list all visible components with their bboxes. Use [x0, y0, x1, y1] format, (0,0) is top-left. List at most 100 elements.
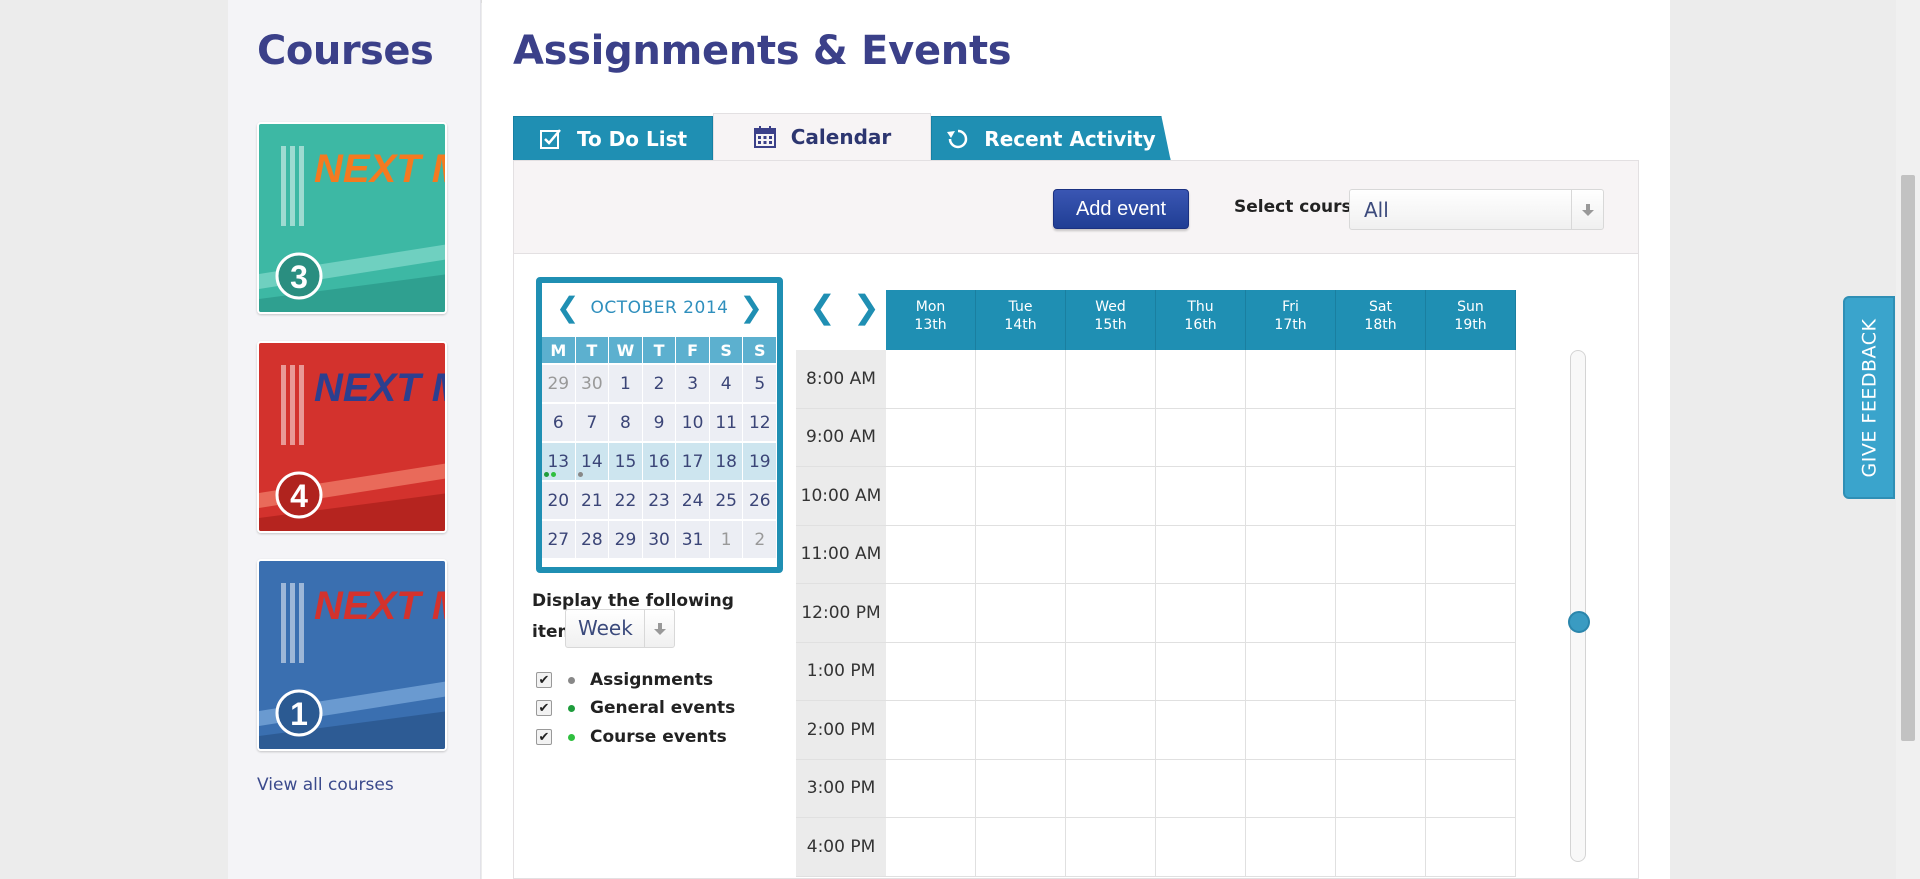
course-card-next-move-1[interactable]: NEXT MOVE 1 — [257, 559, 447, 751]
time-slot[interactable] — [976, 525, 1066, 584]
time-slot[interactable] — [976, 818, 1066, 877]
tab-recent-activity[interactable]: Recent Activity — [931, 116, 1171, 162]
time-slot[interactable] — [1426, 818, 1516, 877]
time-slot[interactable] — [1066, 525, 1156, 584]
calendar-day[interactable]: 20 — [542, 482, 576, 521]
time-slot[interactable] — [1156, 642, 1246, 701]
calendar-day[interactable]: 14 — [575, 443, 610, 482]
calendar-day[interactable]: 11 — [709, 404, 744, 443]
calendar-day[interactable]: 31 — [676, 521, 710, 560]
time-slot[interactable] — [1336, 350, 1426, 409]
time-slot[interactable] — [1066, 408, 1156, 467]
calendar-day[interactable]: 7 — [575, 404, 610, 443]
course-card-next-move-4[interactable]: NEXT MOVE 4 — [257, 341, 447, 533]
time-slot[interactable] — [886, 408, 976, 467]
time-slot[interactable] — [976, 584, 1066, 643]
calendar-day[interactable]: 28 — [575, 521, 610, 560]
time-slot[interactable] — [886, 818, 976, 877]
chevron-right-icon[interactable]: ❯ — [740, 291, 763, 324]
time-slot[interactable] — [1246, 467, 1336, 526]
time-slot[interactable] — [1426, 408, 1516, 467]
calendar-day[interactable]: 13 — [542, 443, 576, 482]
time-slot[interactable] — [1066, 584, 1156, 643]
time-slot[interactable] — [1246, 525, 1336, 584]
calendar-day[interactable]: 25 — [709, 482, 744, 521]
time-slot[interactable] — [1156, 467, 1246, 526]
calendar-day[interactable]: 12 — [743, 404, 778, 443]
time-slot[interactable] — [976, 642, 1066, 701]
time-slot[interactable] — [1426, 467, 1516, 526]
page-scrollbar-thumb[interactable] — [1901, 175, 1915, 741]
time-slot[interactable] — [1336, 701, 1426, 760]
calendar-day[interactable]: 29 — [542, 365, 576, 404]
time-slot[interactable] — [1336, 584, 1426, 643]
time-slot[interactable] — [1336, 642, 1426, 701]
time-slot[interactable] — [1246, 350, 1336, 409]
time-slot[interactable] — [1426, 525, 1516, 584]
time-slot[interactable] — [976, 701, 1066, 760]
give-feedback-button[interactable]: GIVE FEEDBACK — [1843, 296, 1895, 499]
time-slot[interactable] — [886, 642, 976, 701]
calendar-day[interactable]: 15 — [609, 443, 643, 482]
time-slot[interactable] — [1336, 818, 1426, 877]
course-select[interactable]: All — [1349, 189, 1604, 230]
chevron-left-icon[interactable]: ❮ — [556, 291, 579, 324]
calendar-day[interactable]: 24 — [676, 482, 710, 521]
time-slot[interactable] — [1066, 759, 1156, 818]
time-slot[interactable] — [1066, 642, 1156, 701]
time-slot[interactable] — [976, 408, 1066, 467]
time-slot[interactable] — [886, 467, 976, 526]
next-week-chevron-icon[interactable]: ❯ — [853, 288, 880, 326]
time-slot[interactable] — [1246, 584, 1336, 643]
calendar-day[interactable]: 4 — [709, 365, 744, 404]
calendar-day[interactable]: 19 — [743, 443, 778, 482]
time-slot[interactable] — [976, 759, 1066, 818]
time-slot[interactable] — [1426, 701, 1516, 760]
calendar-day[interactable]: 30 — [575, 365, 610, 404]
time-slot[interactable] — [886, 759, 976, 818]
prev-week-chevron-icon[interactable]: ❮ — [809, 288, 836, 326]
calendar-day[interactable]: 1 — [609, 365, 643, 404]
time-slot[interactable] — [1066, 701, 1156, 760]
time-slot[interactable] — [1426, 584, 1516, 643]
time-slot[interactable] — [1246, 701, 1336, 760]
time-scroll-handle[interactable] — [1568, 611, 1590, 633]
course-card-next-move-3[interactable]: NEXT MOVE 3 — [257, 122, 447, 314]
time-slot[interactable] — [1336, 408, 1426, 467]
calendar-day[interactable]: 5 — [743, 365, 778, 404]
calendar-day[interactable]: 23 — [642, 482, 677, 521]
time-slot[interactable] — [886, 701, 976, 760]
time-slot[interactable] — [1426, 350, 1516, 409]
time-slot[interactable] — [1246, 759, 1336, 818]
calendar-day[interactable]: 30 — [642, 521, 677, 560]
calendar-day[interactable]: 16 — [642, 443, 677, 482]
calendar-day[interactable]: 29 — [609, 521, 643, 560]
tab-to-do-list[interactable]: To Do List — [513, 116, 713, 162]
time-slot[interactable] — [1156, 701, 1246, 760]
calendar-day[interactable]: 17 — [676, 443, 710, 482]
calendar-day[interactable]: 3 — [676, 365, 710, 404]
calendar-day[interactable]: 2 — [743, 521, 778, 560]
checkbox-checked-icon[interactable]: ✔ — [536, 672, 552, 688]
calendar-day[interactable]: 22 — [609, 482, 643, 521]
time-slot[interactable] — [1066, 350, 1156, 409]
checkbox-checked-icon[interactable]: ✔ — [536, 700, 552, 716]
time-slot[interactable] — [1426, 642, 1516, 701]
time-slot[interactable] — [886, 350, 976, 409]
filter-general-events[interactable]: ✔ General events — [536, 697, 735, 719]
time-scroll-track[interactable] — [1570, 350, 1586, 862]
time-slot[interactable] — [1246, 408, 1336, 467]
calendar-day[interactable]: 18 — [709, 443, 744, 482]
page-scrollbar[interactable] — [1896, 0, 1920, 879]
time-slot[interactable] — [1156, 408, 1246, 467]
view-all-courses-link[interactable]: View all courses — [257, 775, 394, 795]
time-slot[interactable] — [886, 525, 976, 584]
time-slot[interactable] — [1426, 759, 1516, 818]
calendar-day[interactable]: 10 — [676, 404, 710, 443]
time-slot[interactable] — [1156, 818, 1246, 877]
tab-calendar[interactable]: Calendar — [713, 113, 931, 161]
time-slot[interactable] — [1156, 350, 1246, 409]
time-slot[interactable] — [1156, 584, 1246, 643]
time-slot[interactable] — [1066, 818, 1156, 877]
time-slot[interactable] — [1156, 759, 1246, 818]
